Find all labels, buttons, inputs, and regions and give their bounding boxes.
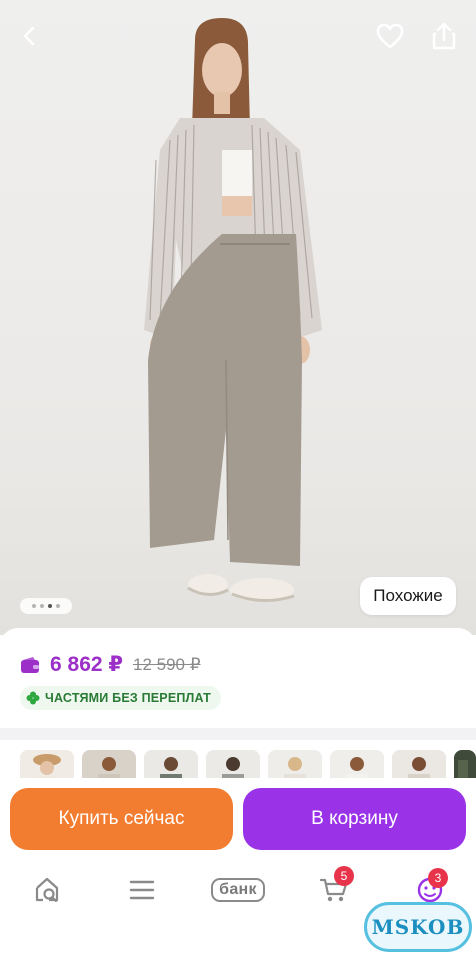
wallet-icon bbox=[21, 656, 39, 673]
back-button[interactable] bbox=[12, 18, 48, 54]
bank-label: банк bbox=[211, 878, 265, 902]
nav-bank[interactable]: банк bbox=[206, 874, 270, 906]
share-icon bbox=[432, 22, 456, 50]
action-bar: Купить сейчас В корзину bbox=[0, 778, 476, 860]
watermark-logo: MSKOB bbox=[364, 902, 472, 952]
current-price: 6 862 ₽ bbox=[50, 653, 123, 676]
chevron-left-icon bbox=[23, 26, 35, 46]
old-price: 12 590 ₽ bbox=[133, 654, 201, 674]
share-button[interactable] bbox=[426, 18, 462, 54]
installment-label: ЧАСТЯМИ БЕЗ ПЕРЕПЛАТ bbox=[45, 691, 211, 705]
clover-icon bbox=[26, 691, 40, 705]
home-search-icon bbox=[35, 877, 59, 903]
pagination-dot bbox=[32, 604, 36, 608]
nav-home[interactable] bbox=[30, 874, 66, 906]
section-divider bbox=[0, 728, 476, 740]
watermark-text: MSKOB bbox=[371, 915, 465, 939]
add-to-cart-button[interactable]: В корзину bbox=[243, 788, 466, 850]
pagination-dot bbox=[56, 604, 60, 608]
nav-cart[interactable]: 5 bbox=[314, 866, 354, 906]
profile-badge: 3 bbox=[428, 868, 448, 888]
heart-outline-icon bbox=[376, 23, 404, 49]
model-illustration bbox=[144, 18, 322, 603]
product-photo[interactable]: Похожие bbox=[0, 0, 476, 635]
buy-now-button[interactable]: Купить сейчас bbox=[10, 788, 233, 850]
pagination-dot-active bbox=[48, 604, 52, 608]
installment-badge[interactable]: ЧАСТЯМИ БЕЗ ПЕРЕПЛАТ bbox=[20, 686, 221, 710]
nav-menu[interactable] bbox=[124, 874, 160, 906]
price-row: 6 862 ₽ 12 590 ₽ bbox=[20, 652, 201, 677]
favorite-button[interactable] bbox=[372, 18, 408, 54]
pagination-dot bbox=[40, 604, 44, 608]
similar-button[interactable]: Похожие bbox=[360, 577, 456, 615]
gallery-pagination bbox=[20, 598, 72, 614]
price-card: 6 862 ₽ 12 590 ₽ ЧАСТЯМИ БЕЗ ПЕРЕПЛАТ bbox=[0, 628, 476, 728]
menu-icon bbox=[129, 880, 155, 900]
cart-badge: 5 bbox=[334, 866, 354, 886]
